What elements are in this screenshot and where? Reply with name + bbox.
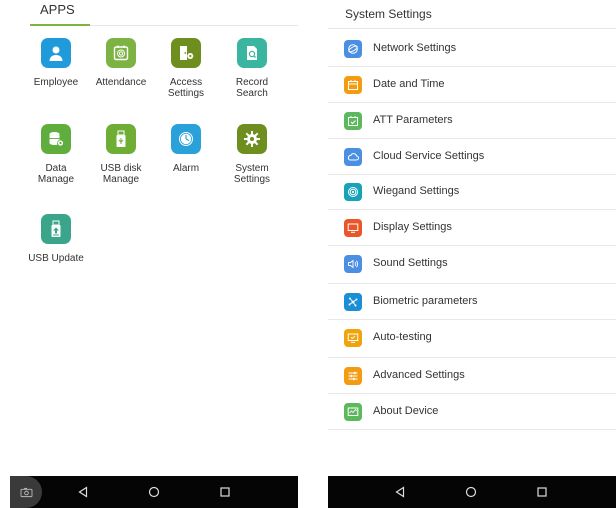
app-access-settings[interactable]: Access Settings	[155, 38, 217, 99]
app-record-search[interactable]: Record Search	[221, 38, 283, 99]
app-label: USB disk Manage	[100, 163, 142, 185]
calendar-check-icon	[344, 112, 362, 130]
app-system-settings[interactable]: System Settings	[221, 124, 283, 185]
settings-item-wiegand[interactable]: Wiegand Settings	[328, 174, 616, 210]
settings-item-display[interactable]: Display Settings	[328, 210, 616, 246]
biometric-nodes-icon	[344, 293, 362, 311]
app-label: Access Settings	[167, 77, 205, 99]
app-label: Record Search	[235, 77, 269, 99]
app-label: Employee	[33, 77, 79, 88]
cloud-icon	[344, 148, 362, 166]
apps-header-divider	[90, 25, 298, 26]
android-nav-bar	[328, 476, 616, 508]
settings-item-label: Network Settings	[373, 42, 457, 54]
settings-item-cloud-service[interactable]: Cloud Service Settings	[328, 139, 616, 175]
recent-apps-button[interactable]	[210, 476, 240, 508]
target-icon	[344, 183, 362, 201]
divider	[328, 429, 616, 430]
home-button[interactable]	[456, 476, 486, 508]
camera-icon	[20, 487, 32, 497]
back-button[interactable]	[68, 476, 98, 508]
network-icon	[344, 40, 362, 58]
settings-item-auto-testing[interactable]: Auto-testing	[328, 320, 616, 358]
app-alarm[interactable]: Alarm	[155, 124, 217, 174]
app-employee[interactable]: Employee	[25, 38, 87, 88]
app-label: Alarm	[172, 163, 200, 174]
app-usb-update[interactable]: USB Update	[25, 214, 87, 264]
settings-item-att-parameters[interactable]: ATT Parameters	[328, 103, 616, 139]
apps-tab-underline	[30, 24, 90, 26]
title-divider	[328, 28, 616, 29]
settings-item-label: About Device	[373, 405, 439, 417]
recent-apps-button[interactable]	[527, 476, 557, 508]
usb-update-icon	[41, 214, 71, 244]
settings-item-label: Display Settings	[373, 221, 452, 233]
monitor-icon	[344, 219, 362, 237]
page-title: System Settings	[345, 7, 432, 21]
apps-screen: APPS Employee Attendance Access Settings…	[10, 0, 298, 508]
settings-item-label: Sound Settings	[373, 257, 448, 269]
apps-header: APPS	[40, 2, 75, 17]
settings-item-about-device[interactable]: About Device	[328, 394, 616, 430]
speaker-icon	[344, 255, 362, 273]
person-icon	[41, 38, 71, 68]
settings-item-advanced[interactable]: Advanced Settings	[328, 358, 616, 394]
recent-square-icon	[220, 487, 230, 497]
app-label: Data Manage	[37, 163, 75, 185]
settings-item-label: Biometric parameters	[373, 295, 478, 307]
app-label: Attendance	[95, 77, 147, 88]
usb-drive-icon	[106, 124, 136, 154]
device-info-icon	[344, 403, 362, 421]
sliders-icon	[344, 367, 362, 385]
system-settings-screen: System Settings Network Settings Date an…	[328, 0, 616, 508]
app-label: System Settings	[233, 163, 271, 185]
app-attendance[interactable]: Attendance	[90, 38, 152, 88]
door-gear-icon	[171, 38, 201, 68]
settings-item-network[interactable]: Network Settings	[328, 31, 616, 67]
recent-square-icon	[537, 487, 547, 497]
home-circle-icon	[148, 486, 160, 498]
back-triangle-icon	[395, 486, 405, 498]
home-button[interactable]	[139, 476, 169, 508]
settings-item-label: Wiegand Settings	[373, 185, 460, 197]
settings-item-label: ATT Parameters	[373, 114, 453, 126]
back-button[interactable]	[385, 476, 415, 508]
android-nav-bar	[10, 476, 298, 508]
app-label: USB Update	[28, 253, 84, 264]
settings-item-biometric[interactable]: Biometric parameters	[328, 284, 616, 320]
fingerprint-icon	[106, 38, 136, 68]
back-triangle-icon	[78, 486, 88, 498]
settings-item-date-time[interactable]: Date and Time	[328, 67, 616, 103]
app-usb-disk-manage[interactable]: USB disk Manage	[90, 124, 152, 185]
settings-item-label: Cloud Service Settings	[373, 150, 485, 162]
clock-icon	[171, 124, 201, 154]
settings-item-label: Auto-testing	[373, 331, 432, 343]
settings-item-label: Date and Time	[373, 78, 445, 90]
doc-search-icon	[237, 38, 267, 68]
settings-item-sound[interactable]: Sound Settings	[328, 246, 616, 284]
home-circle-icon	[465, 486, 477, 498]
camera-button[interactable]	[10, 476, 42, 508]
database-gear-icon	[41, 124, 71, 154]
app-data-manage[interactable]: Data Manage	[25, 124, 87, 185]
monitor-check-icon	[344, 329, 362, 347]
settings-item-label: Advanced Settings	[373, 369, 465, 381]
gear-icon	[237, 124, 267, 154]
calendar-icon	[344, 76, 362, 94]
